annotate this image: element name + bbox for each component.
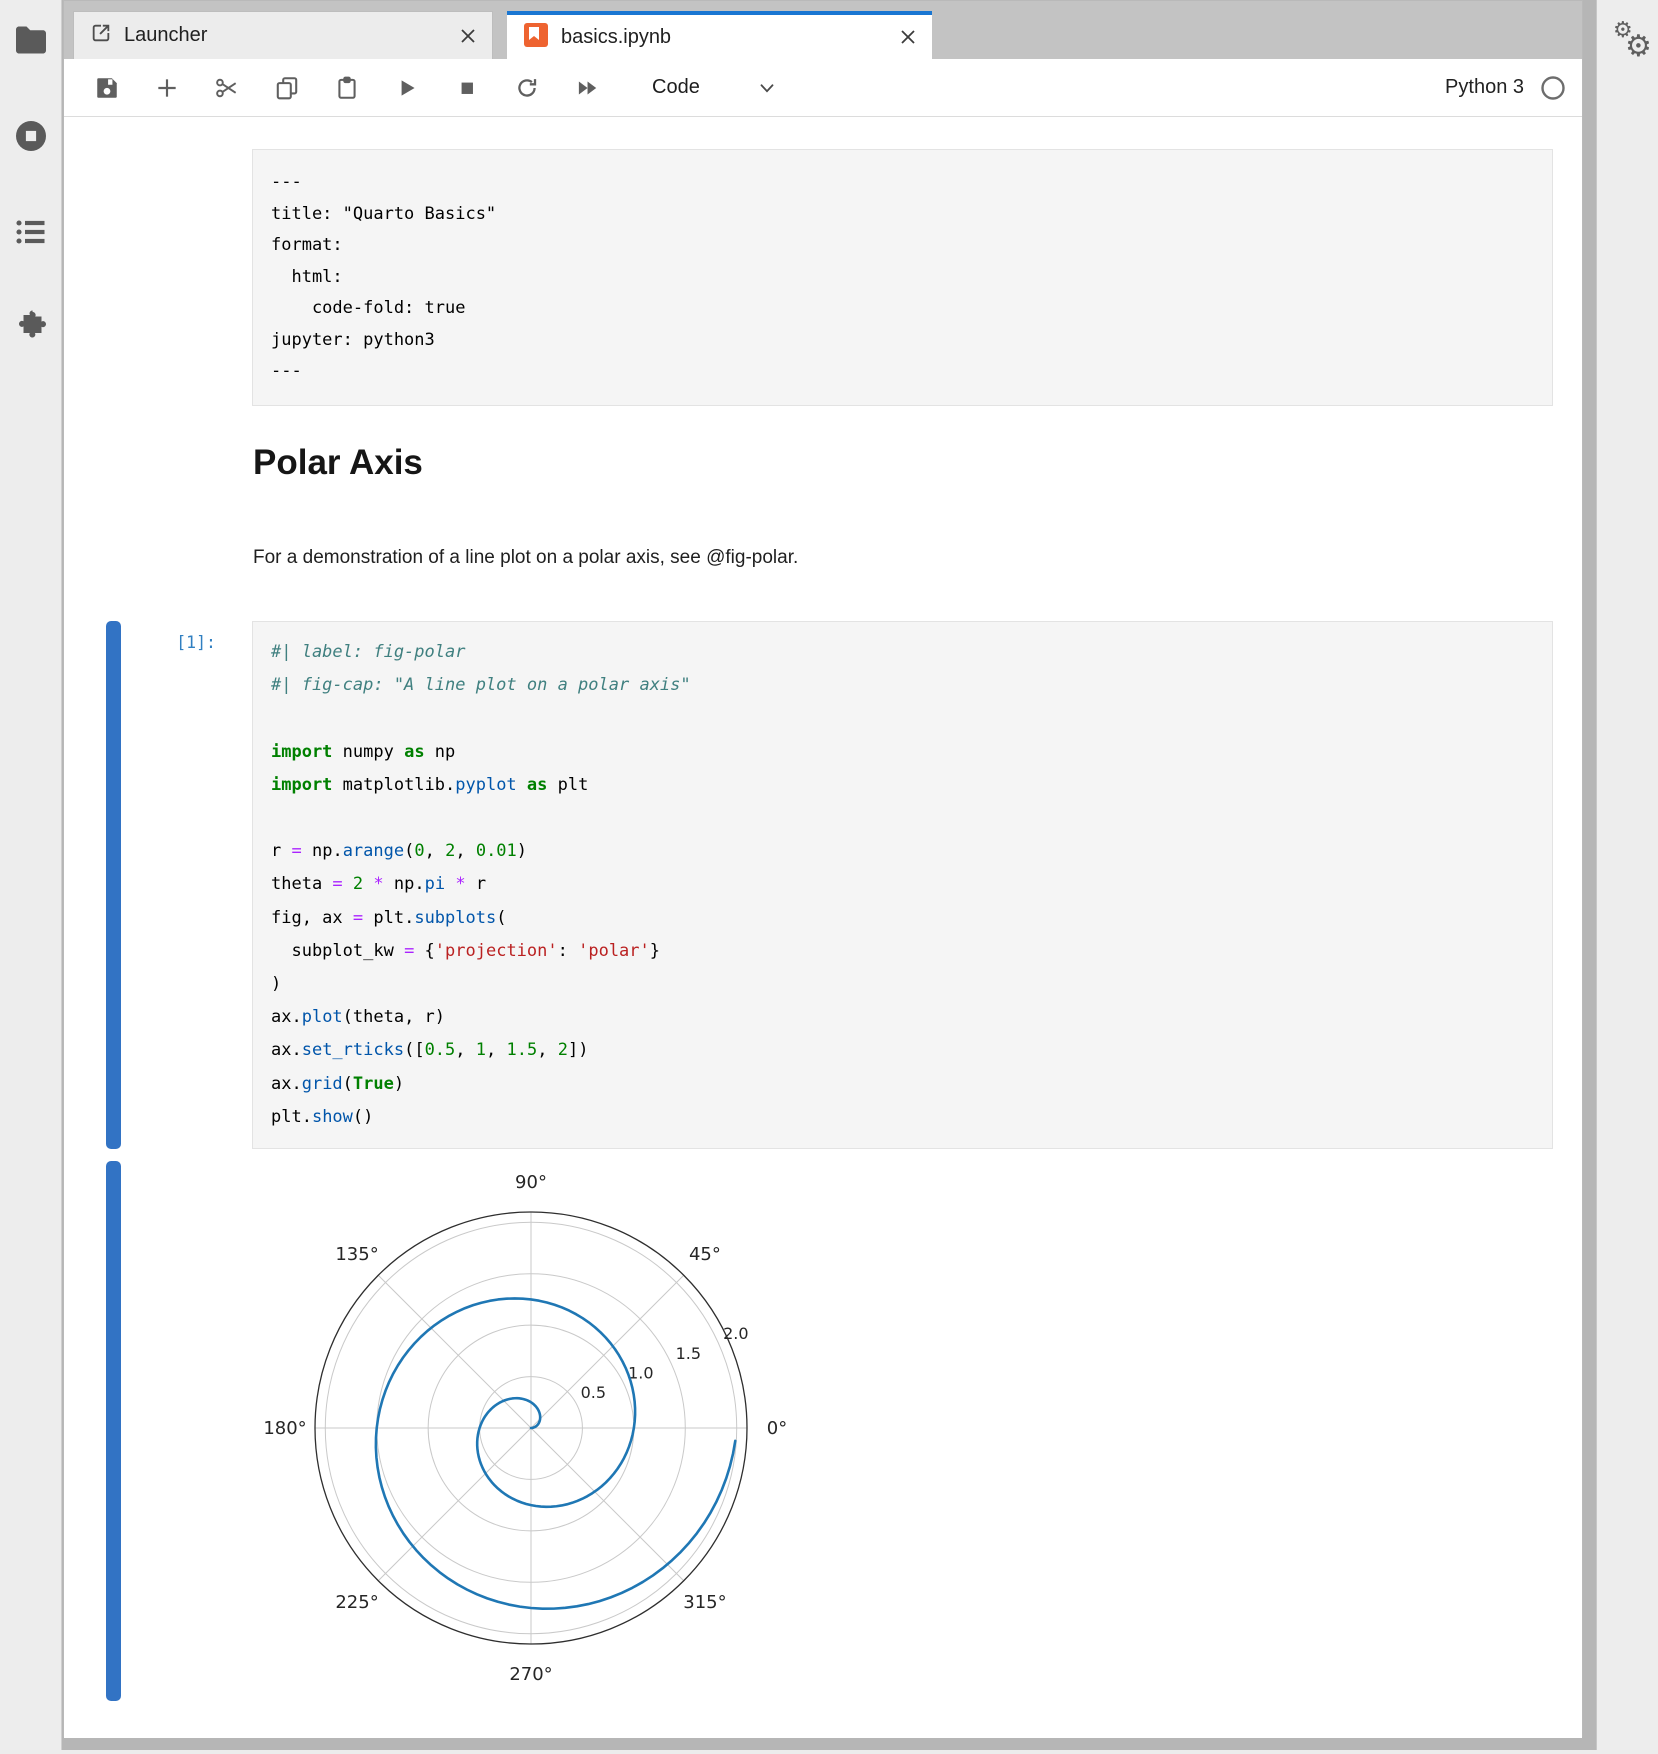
markdown-paragraph: For a demonstration of a line plot on a … [253, 547, 798, 569]
svg-text:225°: 225° [335, 1592, 378, 1613]
cut-icon[interactable] [214, 75, 240, 101]
left-activity-bar [0, 0, 62, 1754]
raw-cell-editor[interactable]: ---title: "Quarto Basics"format: html: c… [252, 149, 1553, 406]
kernel-name: Python 3 [1445, 76, 1524, 99]
tab-notebook-close-icon[interactable] [898, 27, 918, 47]
gears-icon[interactable]: ⚙ ⚙ [1605, 14, 1653, 62]
tab-launcher-close-icon[interactable] [458, 26, 478, 46]
running-kernels-icon[interactable] [13, 118, 49, 154]
launcher-icon [90, 22, 112, 49]
svg-text:1.0: 1.0 [628, 1364, 653, 1383]
right-side-panel: ⚙ ⚙ [1596, 0, 1658, 1754]
svg-text:1.5: 1.5 [676, 1344, 701, 1363]
tab-launcher-label: Launcher [124, 24, 458, 47]
markdown-heading: Polar Axis [253, 443, 423, 483]
code-cell-editor[interactable]: #| label: fig-polar#| fig-cap: "A line p… [252, 621, 1553, 1149]
window-bottom-strip [0, 1750, 1658, 1754]
cell-type-dropdown[interactable]: Code [652, 76, 778, 99]
output-collapser[interactable] [106, 1161, 121, 1701]
svg-text:270°: 270° [509, 1664, 552, 1685]
kernel-idle-circle-icon [1540, 75, 1566, 101]
paste-icon[interactable] [334, 75, 360, 101]
svg-text:135°: 135° [335, 1244, 378, 1265]
copy-icon[interactable] [274, 75, 300, 101]
svg-text:180°: 180° [263, 1418, 306, 1439]
tab-bar: Launcher basics.ipynb [64, 1, 1582, 59]
svg-text:315°: 315° [683, 1592, 726, 1613]
chevron-down-icon [756, 77, 778, 99]
stop-icon[interactable] [454, 75, 480, 101]
code-cell-collapser[interactable] [106, 621, 121, 1149]
cell-type-value: Code [652, 76, 700, 99]
add-cell-icon[interactable] [154, 75, 180, 101]
kernel-switcher[interactable]: Python 3 [1445, 75, 1566, 101]
restart-run-all-icon[interactable] [574, 75, 600, 101]
tab-notebook-label: basics.ipynb [561, 26, 898, 49]
tab-notebook-active[interactable]: basics.ipynb [507, 11, 932, 59]
notebook-toolbar: Code Python 3 [64, 59, 1582, 117]
polar-plot-output: 0° 45° 90° 135° 180° 225° 270° 315° 0.5 1.0 1.5 2.0 [254, 1163, 814, 1708]
tab-launcher[interactable]: Launcher [73, 11, 493, 59]
extensions-icon[interactable] [13, 306, 49, 342]
main-dock-panel: Launcher basics.ipynb [63, 0, 1583, 1737]
svg-text:0.5: 0.5 [581, 1383, 606, 1402]
execution-count-prompt: [1]: [104, 633, 216, 652]
restart-kernel-icon[interactable] [514, 75, 540, 101]
save-icon[interactable] [94, 75, 120, 101]
svg-text:45°: 45° [689, 1244, 721, 1265]
svg-text:0°: 0° [767, 1418, 787, 1439]
svg-text:2.0: 2.0 [723, 1324, 748, 1343]
jupyterlab-screen: Launcher basics.ipynb [0, 0, 1658, 1754]
notebook-file-icon [523, 22, 549, 53]
file-browser-icon[interactable] [13, 22, 49, 58]
notebook-content: ---title: "Quarto Basics"format: html: c… [64, 117, 1582, 1738]
svg-text:90°: 90° [515, 1172, 547, 1193]
table-of-contents-icon[interactable] [13, 214, 49, 250]
run-icon[interactable] [394, 75, 420, 101]
